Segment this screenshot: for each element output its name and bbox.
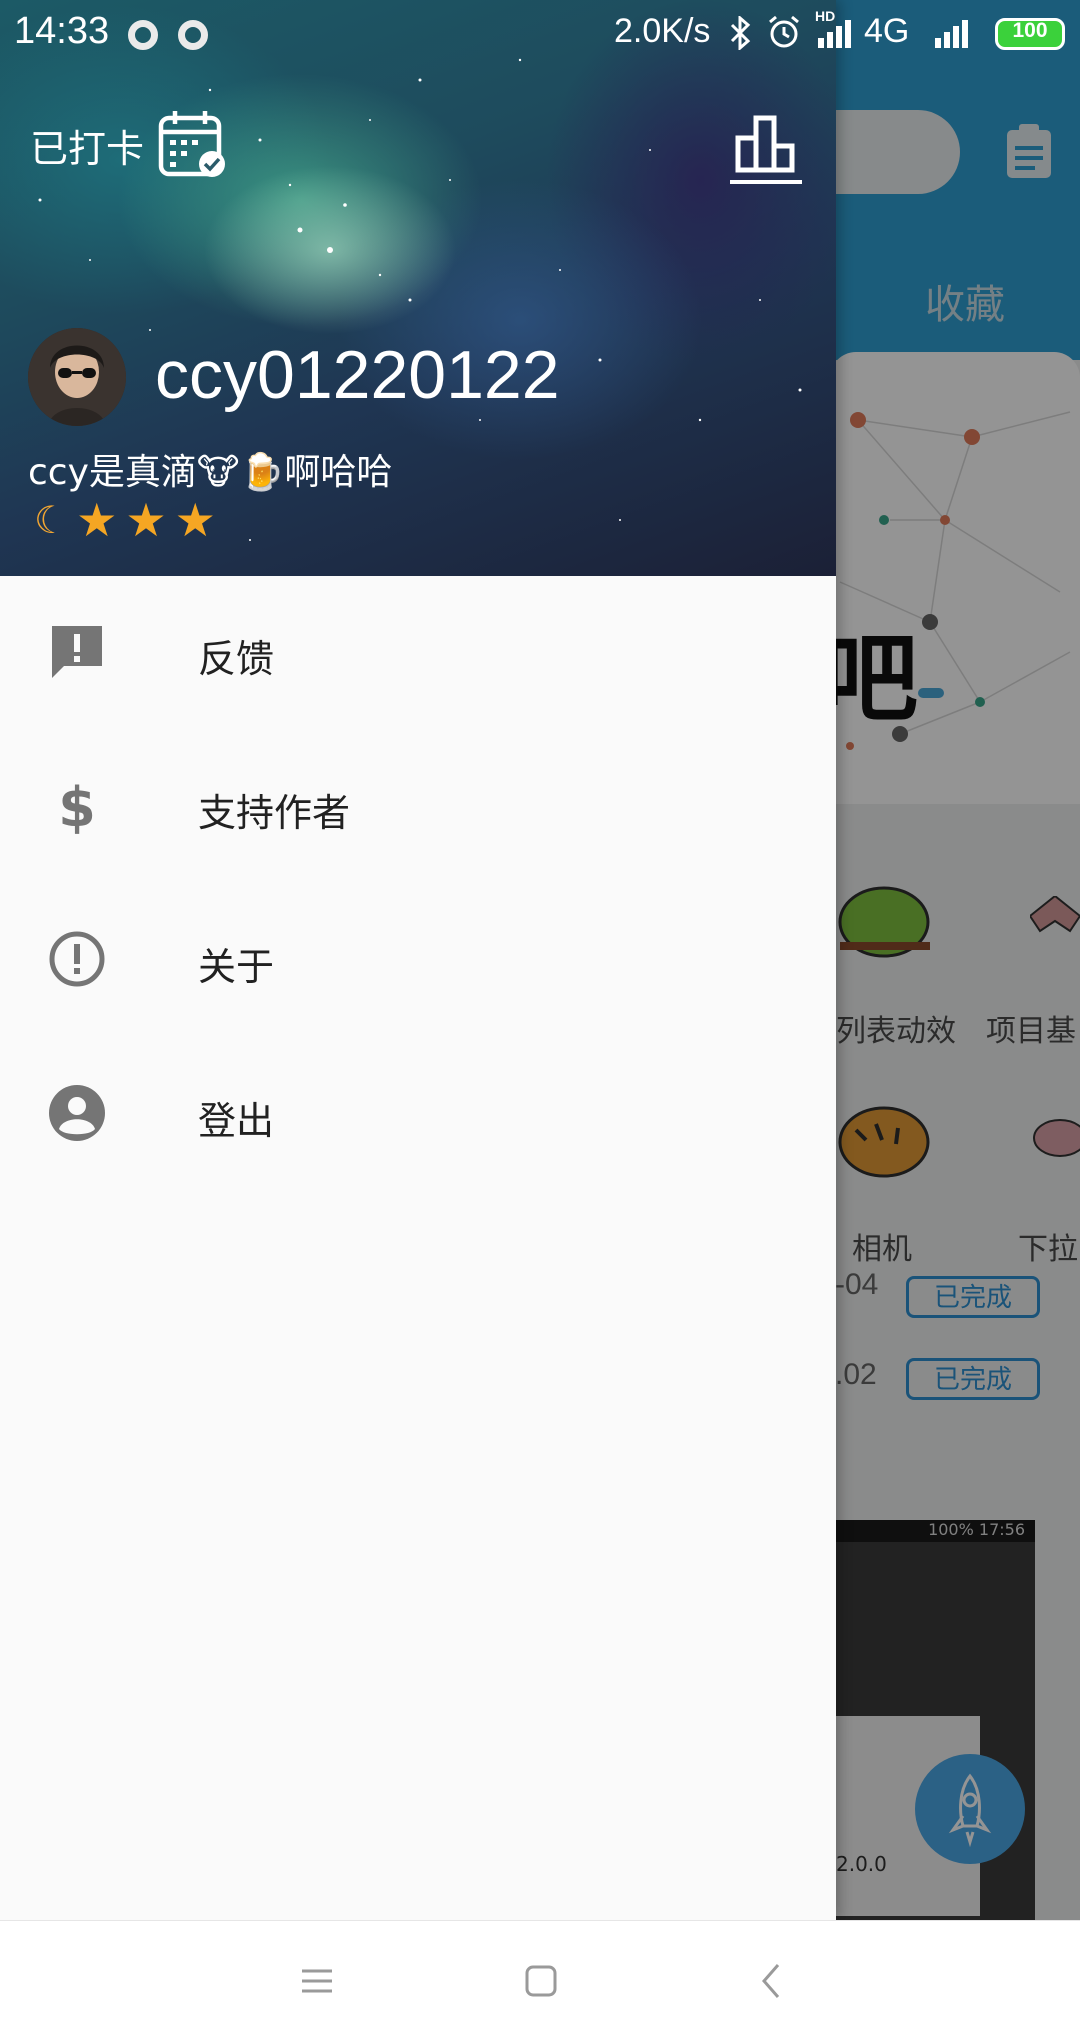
notification-dot-icon bbox=[178, 20, 208, 50]
info-icon bbox=[49, 931, 105, 987]
notification-dot-icon bbox=[128, 20, 158, 50]
checkin-status-label: 已打卡 bbox=[30, 127, 145, 171]
network-type: 4G bbox=[864, 12, 910, 50]
username: ccy01220122 bbox=[155, 337, 560, 413]
signal-icon bbox=[818, 20, 851, 48]
avatar-image bbox=[28, 328, 126, 426]
status-time: 14:33 bbox=[14, 10, 110, 52]
dollar-icon: $ bbox=[58, 776, 96, 836]
battery-icon: 100 bbox=[995, 18, 1065, 50]
back-nav-icon[interactable] bbox=[756, 1961, 786, 2001]
feedback-icon bbox=[52, 626, 102, 678]
system-navigation-bar bbox=[0, 1920, 1080, 2041]
menu-nav-icon[interactable] bbox=[300, 1961, 334, 2001]
moon-level-icon: ☾ bbox=[34, 498, 69, 542]
drawer-header: 已打卡 ccy01220122 ccy是真滴🐮🍺啊哈哈 ☾ ★ ★ ★ bbox=[0, 0, 836, 576]
menu-label-feedback: 反馈 bbox=[198, 637, 275, 681]
network-speed: 2.0K/s bbox=[614, 12, 711, 50]
alarm-icon bbox=[769, 15, 799, 48]
menu-item-about[interactable]: 关于 bbox=[0, 884, 836, 1034]
menu-label-about: 关于 bbox=[198, 945, 275, 989]
calendar-check-icon[interactable] bbox=[158, 108, 230, 180]
account-icon bbox=[49, 1085, 105, 1141]
user-signature: ccy是真滴🐮🍺啊哈哈 bbox=[28, 452, 393, 493]
star-level-icon: ★ bbox=[174, 493, 216, 547]
star-level-icon: ★ bbox=[76, 493, 118, 547]
status-bar: 14:33 2.0K/s HD 4G 100 bbox=[0, 0, 1080, 66]
leaderboard-icon[interactable] bbox=[730, 112, 802, 186]
user-level: ☾ ★ ★ ★ bbox=[34, 493, 216, 547]
home-nav-icon[interactable] bbox=[524, 1961, 558, 2001]
svg-text:$: $ bbox=[58, 776, 96, 836]
navigation-drawer: 已打卡 ccy01220122 ccy是真滴🐮🍺啊哈哈 ☾ ★ ★ ★ 反馈 $… bbox=[0, 0, 836, 1920]
menu-item-support-author[interactable]: $ 支持作者 bbox=[0, 730, 836, 880]
menu-label-logout: 登出 bbox=[198, 1099, 275, 1143]
menu-item-feedback[interactable]: 反馈 bbox=[0, 576, 836, 726]
battery-level: 100 bbox=[1012, 19, 1048, 42]
user-avatar[interactable] bbox=[28, 328, 126, 426]
star-level-icon: ★ bbox=[125, 493, 167, 547]
menu-label-support-author: 支持作者 bbox=[198, 791, 351, 835]
menu-item-logout[interactable]: 登出 bbox=[0, 1038, 836, 1188]
signal-icon bbox=[935, 20, 968, 48]
bluetooth-icon bbox=[730, 16, 751, 50]
